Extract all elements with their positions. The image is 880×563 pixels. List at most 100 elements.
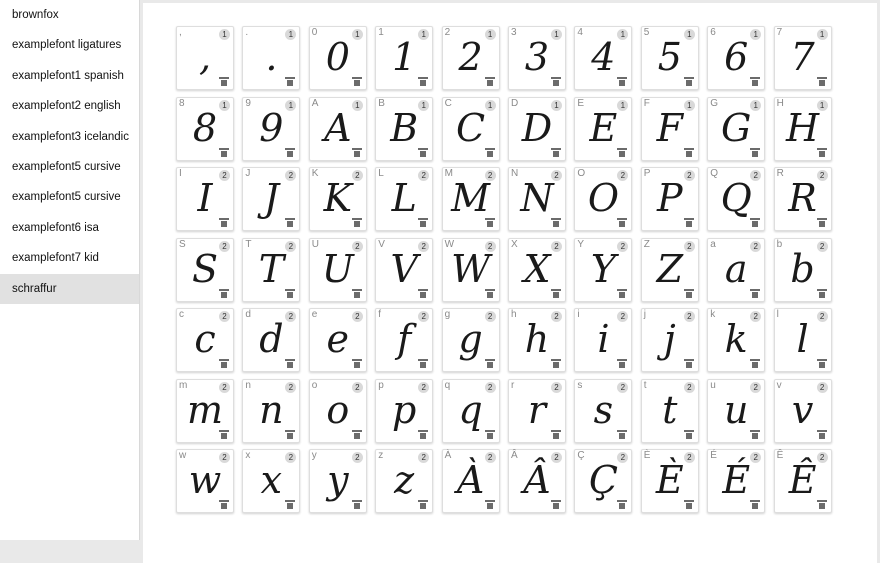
trash-icon[interactable] xyxy=(750,288,761,298)
glyph-tile[interactable]: À2À xyxy=(441,449,500,513)
trash-icon[interactable] xyxy=(617,77,628,86)
glyph-tile[interactable]: L2L xyxy=(375,167,434,231)
glyph-tile[interactable]: G1G xyxy=(707,96,766,161)
glyph-tile[interactable]: B1B xyxy=(375,96,434,161)
glyph-tile[interactable]: u2u xyxy=(707,378,766,443)
trash-icon[interactable] xyxy=(418,218,429,227)
trash-icon[interactable] xyxy=(617,218,628,227)
glyph-tile[interactable]: Ç2Ç xyxy=(574,449,633,513)
trash-icon[interactable] xyxy=(816,147,827,157)
glyph-tile[interactable]: Â2Â xyxy=(508,449,566,513)
glyph-tile[interactable]: T2T xyxy=(242,237,301,302)
glyph-tile[interactable]: a2a xyxy=(707,237,766,302)
trash-icon[interactable] xyxy=(551,147,561,157)
glyph-tile[interactable]: A1A xyxy=(308,96,367,161)
trash-icon[interactable] xyxy=(418,77,429,86)
sidebar-item-font[interactable]: examplefont3 icelandic xyxy=(0,122,139,152)
glyph-tile[interactable]: I2I xyxy=(176,167,234,231)
trash-icon[interactable] xyxy=(484,500,495,509)
trash-icon[interactable] xyxy=(285,359,296,368)
glyph-tile[interactable]: n2n xyxy=(242,378,301,443)
glyph-tile[interactable]: w2w xyxy=(176,449,234,513)
sidebar-item-font[interactable]: examplefont5 cursive xyxy=(0,152,139,182)
glyph-tile[interactable]: j2j xyxy=(640,308,699,372)
glyph-tile[interactable]: V2V xyxy=(375,237,434,302)
trash-icon[interactable] xyxy=(219,77,229,86)
glyph-tile[interactable]: g2g xyxy=(441,308,500,372)
sidebar-item-font[interactable]: examplefont7 kid xyxy=(0,243,139,273)
trash-icon[interactable] xyxy=(750,500,761,509)
trash-icon[interactable] xyxy=(683,288,694,298)
trash-icon[interactable] xyxy=(617,359,628,368)
trash-icon[interactable] xyxy=(551,429,561,439)
trash-icon[interactable] xyxy=(484,288,495,298)
glyph-tile[interactable]: 111 xyxy=(375,26,434,90)
sidebar-item-font[interactable]: schraffur xyxy=(0,273,139,304)
glyph-tile[interactable]: X2X xyxy=(508,237,566,302)
trash-icon[interactable] xyxy=(750,429,761,439)
trash-icon[interactable] xyxy=(750,147,761,157)
glyph-tile[interactable]: .1. xyxy=(242,26,301,90)
trash-icon[interactable] xyxy=(219,218,229,227)
trash-icon[interactable] xyxy=(351,77,362,86)
trash-icon[interactable] xyxy=(750,77,761,86)
trash-icon[interactable] xyxy=(285,500,296,509)
trash-icon[interactable] xyxy=(285,429,296,439)
trash-icon[interactable] xyxy=(617,500,628,509)
glyph-tile[interactable]: D1D xyxy=(508,96,566,161)
trash-icon[interactable] xyxy=(418,288,429,298)
trash-icon[interactable] xyxy=(285,77,296,86)
glyph-tile[interactable]: O2O xyxy=(574,167,633,231)
glyph-tile[interactable]: 212 xyxy=(441,26,500,90)
trash-icon[interactable] xyxy=(551,218,561,227)
trash-icon[interactable] xyxy=(617,147,628,157)
glyph-tile[interactable]: É2É xyxy=(707,449,766,513)
glyph-tile[interactable]: H1H xyxy=(773,96,832,161)
glyph-tile[interactable]: C1C xyxy=(441,96,500,161)
glyph-tile[interactable]: p2p xyxy=(375,378,434,443)
trash-icon[interactable] xyxy=(683,218,694,227)
trash-icon[interactable] xyxy=(551,77,561,86)
glyph-tile[interactable]: e2e xyxy=(308,308,367,372)
trash-icon[interactable] xyxy=(484,429,495,439)
trash-icon[interactable] xyxy=(816,288,827,298)
trash-icon[interactable] xyxy=(816,500,827,509)
glyph-tile[interactable]: i2i xyxy=(574,308,633,372)
trash-icon[interactable] xyxy=(219,500,229,509)
glyph-tile[interactable]: m2m xyxy=(176,378,234,443)
glyph-tile[interactable]: f2f xyxy=(375,308,434,372)
glyph-tile[interactable]: N2N xyxy=(508,167,566,231)
glyph-tile[interactable]: 616 xyxy=(707,26,766,90)
trash-icon[interactable] xyxy=(683,359,694,368)
trash-icon[interactable] xyxy=(285,147,296,157)
glyph-tile[interactable]: P2P xyxy=(640,167,699,231)
trash-icon[interactable] xyxy=(551,359,561,368)
sidebar-item-font[interactable]: examplefont2 english xyxy=(0,91,139,121)
glyph-tile[interactable]: 414 xyxy=(574,26,633,90)
trash-icon[interactable] xyxy=(418,500,429,509)
glyph-tile[interactable]: k2k xyxy=(707,308,766,372)
trash-icon[interactable] xyxy=(351,218,362,227)
trash-icon[interactable] xyxy=(750,359,761,368)
glyph-tile[interactable]: 313 xyxy=(508,26,566,90)
glyph-tile[interactable]: 818 xyxy=(176,96,234,161)
glyph-tile[interactable]: Z2Z xyxy=(640,237,699,302)
glyph-tile[interactable]: h2h xyxy=(508,308,566,372)
glyph-tile[interactable]: d2d xyxy=(242,308,301,372)
trash-icon[interactable] xyxy=(683,429,694,439)
trash-icon[interactable] xyxy=(816,218,827,227)
trash-icon[interactable] xyxy=(750,218,761,227)
glyph-tile[interactable]: c2c xyxy=(176,308,234,372)
sidebar-item-font[interactable]: examplefont ligatures xyxy=(0,30,139,60)
sidebar-item-font[interactable]: brownfox xyxy=(0,0,139,30)
trash-icon[interactable] xyxy=(683,77,694,86)
trash-icon[interactable] xyxy=(351,147,362,157)
glyph-tile[interactable]: E1E xyxy=(574,96,633,161)
trash-icon[interactable] xyxy=(551,288,561,298)
sidebar-item-font[interactable]: examplefont6 isa xyxy=(0,213,139,243)
glyph-tile[interactable]: y2y xyxy=(308,449,367,513)
trash-icon[interactable] xyxy=(816,429,827,439)
glyph-tile[interactable]: U2U xyxy=(308,237,367,302)
trash-icon[interactable] xyxy=(219,429,229,439)
trash-icon[interactable] xyxy=(285,288,296,298)
